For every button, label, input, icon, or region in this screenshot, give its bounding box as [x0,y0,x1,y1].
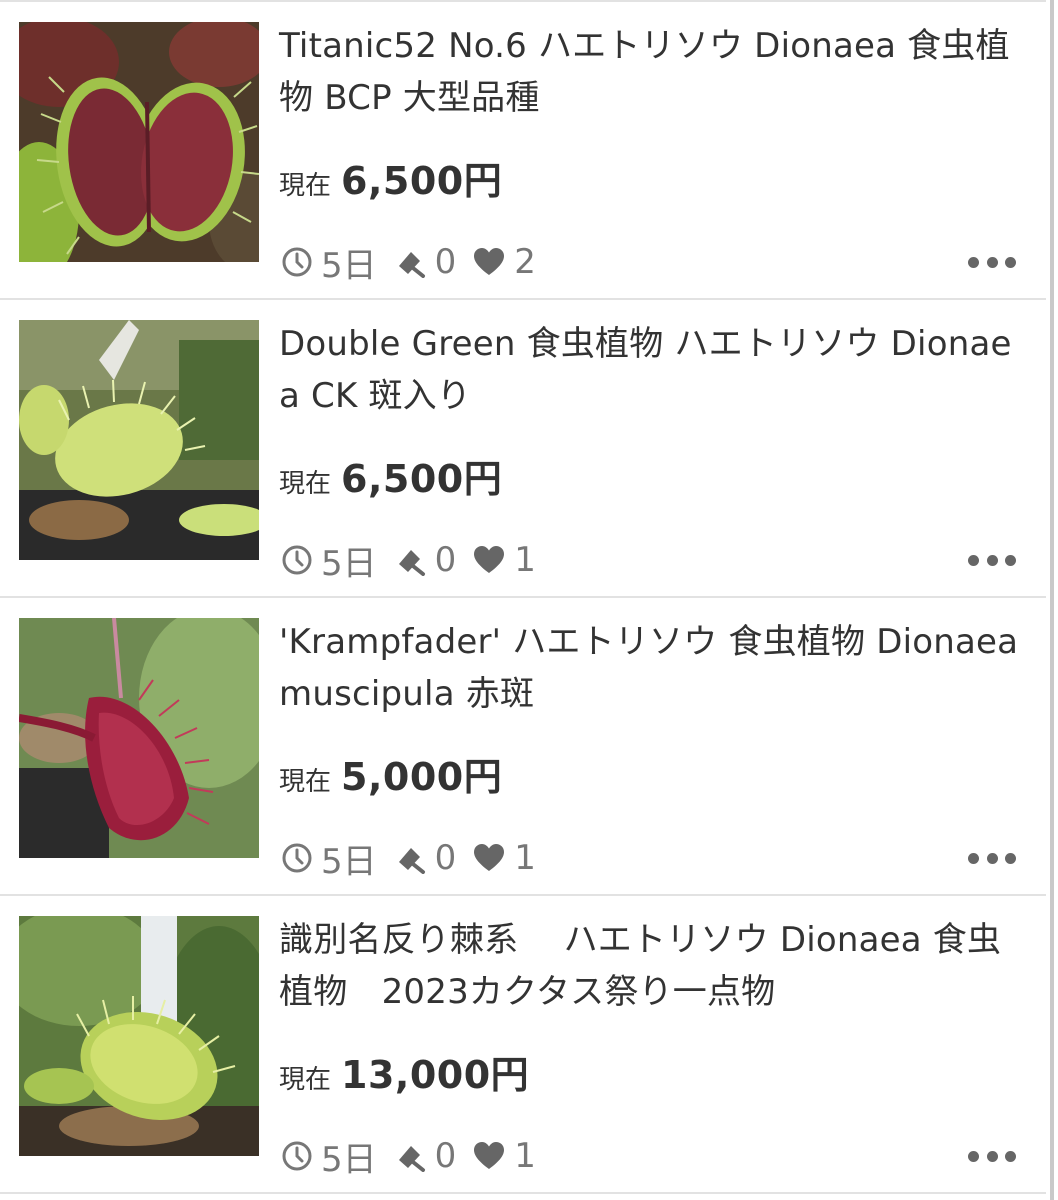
time-left: 5日 [321,1139,377,1180]
listing-meta: 5日 0 1 [281,836,552,882]
current-price: 13,000円 [341,1053,530,1097]
bid-count: 0 [434,1136,457,1176]
heart-icon [472,545,506,575]
heart-icon [472,843,506,873]
clock-icon [281,1140,313,1172]
gavel-icon [393,1140,427,1172]
scrollbar[interactable] [1050,0,1054,1200]
current-price: 5,000円 [341,755,503,799]
more-dots-icon[interactable] [968,846,1016,870]
more-dots-icon[interactable] [968,250,1016,274]
gavel-icon [393,842,427,874]
listing-thumbnail[interactable] [19,916,259,1156]
listing-thumbnail[interactable] [19,320,259,560]
venus-flytrap-photo [19,916,259,1156]
watch-count: 2 [514,242,536,282]
price-row: 現在 6,500円 [279,448,502,508]
listing-thumbnail[interactable] [19,22,259,262]
gavel-icon [393,544,427,576]
price-row: 現在 6,500円 [279,150,502,210]
time-left: 5日 [321,245,377,286]
heart-icon [472,247,506,277]
time-left: 5日 [321,841,377,882]
listing-meta: 5日 0 2 [281,240,552,286]
time-left: 5日 [321,543,377,584]
listing-item[interactable]: Double Green 食虫植物 ハエトリソウ Dionaea CK 斑入り … [0,300,1046,598]
venus-flytrap-photo [19,320,259,560]
price-row: 現在 5,000円 [279,746,502,806]
gavel-icon [393,246,427,278]
watch-count: 1 [514,540,536,580]
listing-title[interactable]: Double Green 食虫植物 ハエトリソウ Dionaea CK 斑入り [279,318,1024,422]
clock-icon [281,842,313,874]
price-label: 現在 [279,767,332,797]
venus-flytrap-photo [19,22,259,262]
listing-title[interactable]: Titanic52 No.6 ハエトリソウ Dionaea 食虫植物 BCP 大… [279,20,1024,124]
listing-thumbnail[interactable] [19,618,259,858]
venus-flytrap-photo [19,618,259,858]
current-price: 6,500円 [341,457,503,501]
price-label: 現在 [279,469,332,499]
heart-icon [472,1141,506,1171]
more-dots-icon[interactable] [968,548,1016,572]
watch-count: 1 [514,838,536,878]
price-label: 現在 [279,1065,332,1095]
listing-item[interactable]: Titanic52 No.6 ハエトリソウ Dionaea 食虫植物 BCP 大… [0,2,1046,300]
price-row: 現在 13,000円 [279,1044,529,1104]
listing-item[interactable]: 'Krampfader' ハエトリソウ 食虫植物 Dionaea muscipu… [0,598,1046,896]
listing-item[interactable]: 識別名反り棘系 ハエトリソウ Dionaea 食虫植物 2023カクタス祭り一点… [0,896,1046,1194]
auction-listing-list: Titanic52 No.6 ハエトリソウ Dionaea 食虫植物 BCP 大… [0,0,1046,1200]
watch-count: 1 [514,1136,536,1176]
current-price: 6,500円 [341,159,503,203]
clock-icon [281,246,313,278]
bid-count: 0 [434,242,457,282]
clock-icon [281,544,313,576]
price-label: 現在 [279,171,332,201]
listing-meta: 5日 0 1 [281,1134,552,1180]
listing-title[interactable]: 識別名反り棘系 ハエトリソウ Dionaea 食虫植物 2023カクタス祭り一点… [279,914,1024,1018]
bid-count: 0 [434,540,457,580]
more-dots-icon[interactable] [968,1144,1016,1168]
listing-title[interactable]: 'Krampfader' ハエトリソウ 食虫植物 Dionaea muscipu… [279,616,1024,720]
bid-count: 0 [434,838,457,878]
listing-meta: 5日 0 1 [281,538,552,584]
